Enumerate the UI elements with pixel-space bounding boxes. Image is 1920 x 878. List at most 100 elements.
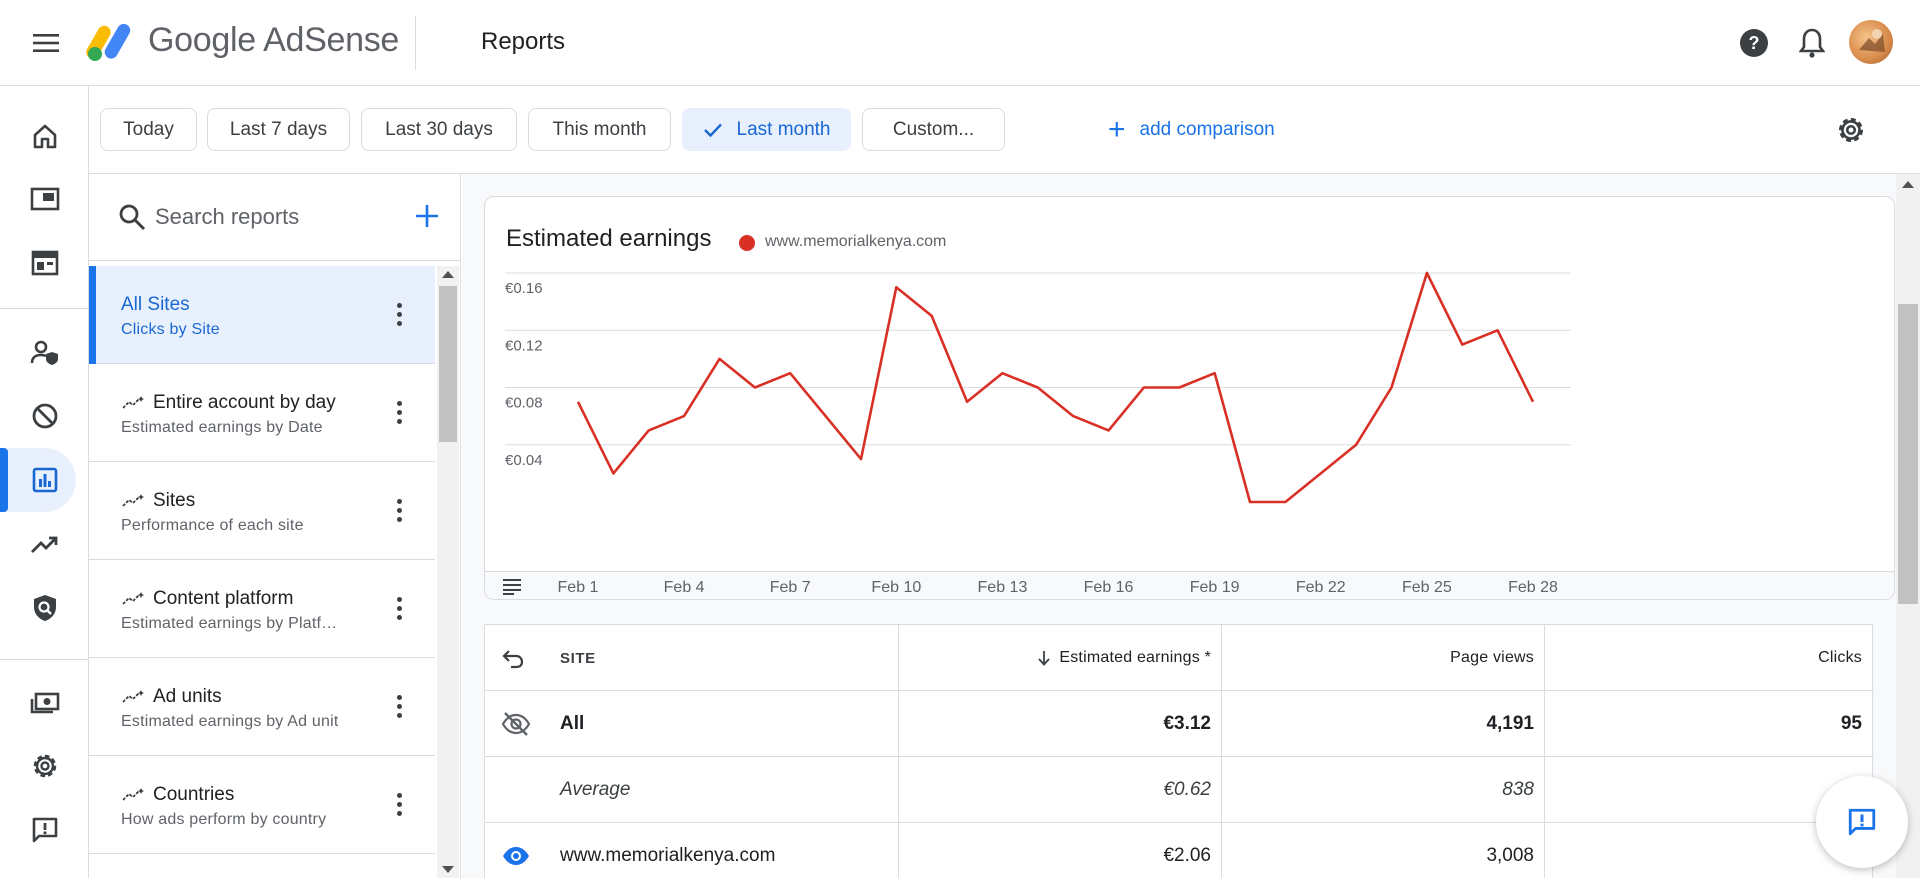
report-list-scrollbar[interactable] (437, 266, 459, 878)
y-tick-label: €0.08 (505, 395, 543, 412)
adsense-logo-icon[interactable] (86, 18, 136, 62)
rail-privacy[interactable] (0, 320, 89, 384)
menu-icon[interactable] (24, 27, 68, 59)
navigation-rail (0, 86, 89, 878)
x-tick-label: Feb 22 (1296, 579, 1346, 596)
table-row-average: Average €0.62 838 (485, 757, 1874, 823)
more-vert-icon[interactable] (389, 492, 409, 528)
rail-optimization[interactable] (0, 513, 89, 577)
more-vert-icon[interactable] (389, 296, 409, 332)
sparkle-chart-icon (121, 689, 145, 705)
report-title: Sites (153, 490, 196, 511)
report-main-area: €0.04 €0.08 €0.12 €0.16 Estimated earnings … (462, 174, 1920, 878)
rail-divider (0, 308, 89, 309)
visibility-icon[interactable] (501, 823, 537, 878)
x-axis: Feb 1 Feb 4 Feb 7 Feb 10 Feb 13 Feb 16 Feb 19 F… (558, 579, 1558, 596)
add-comparison-button[interactable]: + add comparison (1108, 108, 1275, 151)
sort-desc-icon (1037, 649, 1051, 667)
table-cell-earnings: €2.06 (1163, 845, 1211, 866)
scroll-up-icon[interactable] (1902, 181, 1914, 188)
chip-last-7-days[interactable]: Last 7 days (207, 108, 350, 151)
rail-feedback[interactable] (0, 798, 89, 862)
sparkle-chart-icon (121, 493, 145, 509)
rail-divider (0, 659, 89, 660)
chip-label: Last 30 days (385, 118, 493, 140)
table-cell-site: Average (560, 779, 631, 800)
send-feedback-button[interactable] (1816, 776, 1908, 868)
x-tick-label: Feb 7 (770, 579, 811, 596)
help-icon[interactable]: ? (1735, 24, 1773, 62)
scroll-up-icon[interactable] (442, 271, 454, 278)
table-row[interactable]: www.memorialkenya.com €2.06 3,008 80 (485, 823, 1874, 878)
rail-account[interactable] (0, 734, 89, 798)
chip-custom[interactable]: Custom... (862, 108, 1005, 151)
scrollbar-thumb[interactable] (439, 286, 457, 442)
report-item-entire-account-by-day[interactable]: Entire account by day Estimated earnings… (89, 364, 435, 462)
report-title: Content platform (153, 588, 294, 609)
top-bar: Google AdSense Reports ? (0, 0, 1920, 86)
chip-label: Last month (736, 118, 831, 140)
account-avatar[interactable] (1849, 20, 1893, 64)
chip-last-month[interactable]: Last month (682, 108, 851, 151)
rail-home[interactable] (0, 104, 89, 168)
sparkle-chart-icon (121, 591, 145, 607)
earnings-chart-card: €0.04 €0.08 €0.12 €0.16 Estimated earnings … (484, 196, 1895, 600)
chip-this-month[interactable]: This month (528, 108, 671, 151)
chip-last-30-days[interactable]: Last 30 days (361, 108, 517, 151)
block-icon (29, 400, 61, 432)
table-cell-clicks: 95 (1840, 713, 1862, 734)
date-filter-bar: Today Last 7 days Last 30 days This mont… (89, 86, 1920, 174)
search-reports-input[interactable] (155, 198, 405, 236)
report-item-all-sites[interactable]: All Sites Clicks by Site (89, 266, 435, 364)
table-cell-page-views: 838 (1502, 779, 1534, 800)
feedback-icon (1848, 808, 1876, 836)
scroll-down-icon[interactable] (442, 866, 454, 873)
rail-reports[interactable] (0, 448, 89, 512)
legend-label[interactable]: www.memorialkenya.com (765, 233, 946, 251)
scrollbar-thumb[interactable] (1898, 304, 1918, 604)
earnings-line-chart: €0.04 €0.08 €0.12 €0.16 (505, 271, 1571, 504)
report-item-sites[interactable]: Sites Performance of each site (89, 462, 435, 560)
rail-payments[interactable] (0, 671, 89, 735)
home-icon (29, 120, 61, 152)
main-scrollbar[interactable] (1896, 174, 1920, 878)
brand-name[interactable]: Google AdSense (148, 21, 399, 60)
check-icon (703, 122, 723, 138)
chip-today[interactable]: Today (100, 108, 197, 151)
more-vert-icon[interactable] (389, 786, 409, 822)
report-table: SITE Estimated earnings * Page views Cli… (484, 624, 1874, 878)
report-item-ad-units[interactable]: Ad units Estimated earnings by Ad unit (89, 658, 435, 756)
report-subtitle: Estimated earnings by Platf… (121, 615, 338, 632)
rail-ads[interactable] (0, 167, 89, 231)
x-tick-label: Feb 4 (664, 579, 705, 596)
column-header-site[interactable]: SITE (560, 625, 860, 691)
x-tick-label: Feb 13 (978, 579, 1028, 596)
y-tick-label: €0.12 (505, 337, 543, 354)
gear-icon (29, 750, 61, 782)
rail-blocking[interactable] (0, 384, 89, 448)
rail-policy[interactable] (0, 576, 89, 640)
report-item-countries[interactable]: Countries How ads perform by country (89, 756, 435, 854)
report-item-content-platform[interactable]: Content platform Estimated earnings by P… (89, 560, 435, 658)
add-comparison-label: add comparison (1139, 118, 1275, 140)
report-settings-gear-icon[interactable] (1833, 112, 1869, 148)
report-subtitle: Clicks by Site (121, 321, 220, 338)
chip-label: This month (552, 118, 647, 140)
notifications-icon[interactable] (1793, 24, 1831, 62)
table-cell-page-views: 4,191 (1486, 713, 1534, 734)
back-arrow-icon[interactable] (501, 625, 533, 691)
rail-sites[interactable] (0, 231, 89, 295)
column-header-page-views[interactable]: Page views (1221, 625, 1534, 691)
x-tick-label: Feb 28 (1508, 579, 1558, 596)
trending-icon (29, 529, 61, 561)
search-reports-row (89, 174, 460, 261)
add-report-button[interactable] (407, 196, 447, 236)
more-vert-icon[interactable] (389, 394, 409, 430)
visibility-off-icon[interactable] (501, 691, 537, 757)
column-header-clicks[interactable]: Clicks (1544, 625, 1862, 691)
chart-title: Estimated earnings (506, 225, 712, 252)
more-vert-icon[interactable] (389, 688, 409, 724)
shield-search-icon (29, 592, 61, 624)
column-header-earnings[interactable]: Estimated earnings * (898, 625, 1211, 691)
more-vert-icon[interactable] (389, 590, 409, 626)
